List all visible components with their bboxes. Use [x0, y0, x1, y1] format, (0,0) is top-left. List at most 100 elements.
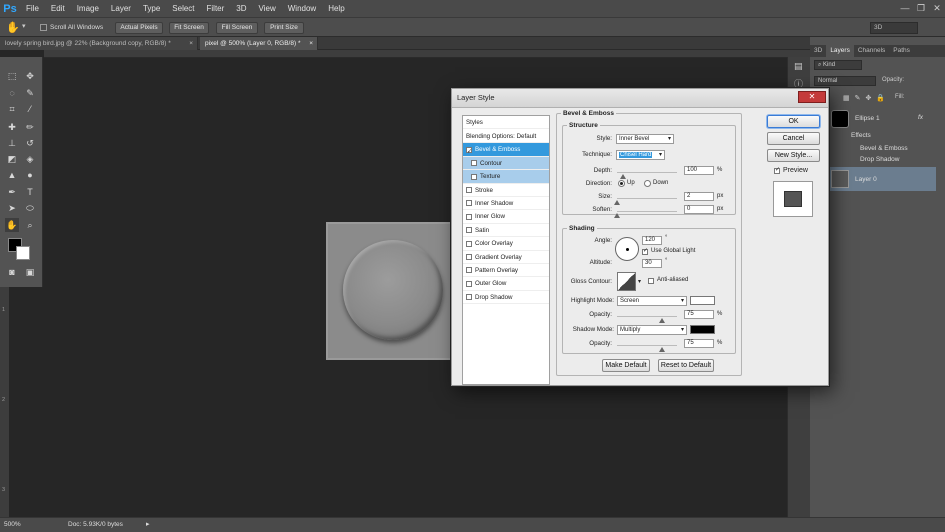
dialog-close-button[interactable]: ✕ [798, 91, 826, 103]
blur-icon[interactable]: ▲ [5, 168, 19, 182]
global-light-checkbox[interactable] [642, 249, 648, 255]
altitude-field[interactable]: 30 [642, 259, 662, 268]
shadow-opacity-thumb[interactable] [659, 347, 665, 352]
gloss-contour-chevron-icon[interactable]: ▾ [638, 278, 641, 285]
dialog-titlebar[interactable] [452, 89, 828, 108]
menu-window[interactable]: Window [282, 0, 322, 17]
direction-down-radio[interactable] [644, 180, 651, 187]
style-checkbox[interactable] [471, 173, 477, 180]
highlight-opacity-field[interactable]: 75 [684, 310, 714, 319]
healing-brush-icon[interactable]: ✚ [5, 120, 19, 134]
print-size-button[interactable]: Print Size [264, 22, 304, 34]
menu-file[interactable]: File [20, 0, 45, 17]
style-checkbox[interactable] [466, 280, 472, 287]
history-brush-icon[interactable]: ↺ [23, 136, 37, 150]
style-checkbox[interactable] [466, 146, 472, 153]
highlight-opacity-thumb[interactable] [659, 318, 665, 323]
hand-tool-icon[interactable]: ✋ [5, 218, 19, 232]
style-item-outer-glow[interactable]: Outer Glow [463, 277, 549, 291]
gloss-contour-preview[interactable] [617, 272, 636, 291]
rect-marquee-icon[interactable]: ⬚ [5, 69, 19, 83]
size-slider[interactable] [614, 198, 677, 205]
blend-mode-select[interactable]: Normal [814, 76, 876, 86]
highlight-mode-select[interactable]: Screen [617, 296, 687, 306]
menu-help[interactable]: Help [322, 0, 350, 17]
background-color-swatch[interactable] [16, 246, 30, 260]
pen-icon[interactable]: ✒ [5, 185, 19, 199]
tab-channels[interactable]: Channels [854, 45, 889, 57]
depth-slider[interactable] [617, 172, 677, 179]
style-item-gradient-overlay[interactable]: Gradient Overlay [463, 251, 549, 264]
style-checkbox[interactable] [466, 186, 472, 193]
style-checkbox[interactable] [466, 240, 472, 247]
layer-0-name[interactable]: Layer 0 [855, 176, 905, 183]
shadow-mode-select[interactable]: Multiply [617, 325, 687, 335]
depth-field[interactable]: 100 [684, 166, 714, 175]
new-style-button[interactable]: New Style... [767, 149, 820, 162]
style-item-texture[interactable]: Texture [463, 170, 549, 184]
anti-aliased-checkbox[interactable] [648, 278, 654, 284]
effect-drop-shadow[interactable]: Drop Shadow [860, 156, 920, 163]
hand-icon[interactable]: ✋ [6, 21, 20, 34]
chevron-down-icon[interactable]: ▾ [22, 22, 26, 30]
style-item-inner-glow[interactable]: Inner Glow [463, 210, 549, 224]
crop-icon[interactable]: ⌗ [5, 102, 19, 116]
menu-view[interactable]: View [253, 0, 282, 17]
dodge-icon[interactable]: ● [23, 168, 37, 182]
tab-3d[interactable]: 3D [810, 45, 826, 57]
menu-image[interactable]: Image [71, 0, 105, 17]
shadow-color-swatch[interactable] [690, 325, 715, 334]
ok-button[interactable]: OK [767, 115, 820, 128]
minimize-icon[interactable]: — [897, 0, 913, 17]
size-field[interactable]: 2 [684, 192, 714, 201]
style-checkbox[interactable] [466, 200, 472, 207]
style-item-contour[interactable]: Contour [463, 156, 549, 171]
kind-filter-select[interactable]: ⌕ Kind [814, 60, 862, 70]
lasso-icon[interactable]: ◌ [5, 86, 19, 100]
menu-3d[interactable]: 3D [230, 0, 252, 17]
quick-select-icon[interactable]: ✎ [23, 86, 37, 100]
quick-mask-icon[interactable]: ◙ [5, 265, 19, 279]
lock-icons[interactable]: ▦✎✥🔒 [843, 94, 890, 102]
menu-edit[interactable]: Edit [45, 0, 71, 17]
soften-slider[interactable] [614, 211, 677, 218]
history-panel-icon[interactable]: ▤ [794, 61, 803, 72]
style-item-satin[interactable]: Satin [463, 224, 549, 238]
menu-filter[interactable]: Filter [201, 0, 231, 17]
menu-layer[interactable]: Layer [105, 0, 137, 17]
status-arrow-icon[interactable]: ▸ [146, 520, 150, 528]
style-checkbox[interactable] [466, 213, 472, 220]
style-checkbox[interactable] [466, 227, 472, 234]
style-item-bevel-emboss[interactable]: Bevel & Emboss [463, 143, 549, 157]
style-item-blending-options-default[interactable]: Blending Options: Default [463, 130, 549, 144]
style-item-inner-shadow[interactable]: Inner Shadow [463, 197, 549, 211]
fx-icon[interactable]: fx [918, 114, 930, 121]
menu-type[interactable]: Type [137, 0, 166, 17]
ellipse-icon[interactable]: ⬭ [23, 201, 37, 215]
technique-select[interactable]: Chisel Hard [616, 150, 665, 160]
soften-slider-thumb[interactable] [614, 213, 620, 218]
style-checkbox[interactable] [466, 267, 472, 274]
shadow-opacity-slider[interactable] [617, 345, 677, 352]
tab-layers[interactable]: Layers [826, 45, 854, 57]
move-icon[interactable]: ✥ [23, 69, 37, 83]
tab-lovely-spring-bird[interactable]: lovely spring bird.jpg @ 22% (Background… [0, 37, 198, 50]
menu-select[interactable]: Select [166, 0, 200, 17]
style-select[interactable]: Inner Bevel [616, 134, 674, 144]
fill-screen-button[interactable]: Fill Screen [216, 22, 258, 34]
style-checkbox[interactable] [466, 253, 472, 260]
style-checkbox[interactable] [466, 294, 472, 301]
close-icon[interactable]: ✕ [929, 0, 945, 17]
tab-close-icon[interactable]: × [309, 37, 313, 50]
cancel-button[interactable]: Cancel [767, 132, 820, 145]
screen-mode-icon[interactable]: ▣ [23, 265, 37, 279]
path-select-icon[interactable]: ➤ [5, 201, 19, 215]
shadow-opacity-field[interactable]: 75 [684, 339, 714, 348]
actual-pixels-button[interactable]: Actual Pixels [115, 22, 163, 34]
fit-screen-button[interactable]: Fit Screen [169, 22, 209, 34]
direction-up-radio[interactable] [618, 180, 625, 187]
workspace-select[interactable]: 3D [870, 22, 918, 34]
clone-stamp-icon[interactable]: ⊥ [5, 136, 19, 150]
tab-paths[interactable]: Paths [889, 45, 914, 57]
styles-header[interactable]: Styles [463, 116, 549, 130]
